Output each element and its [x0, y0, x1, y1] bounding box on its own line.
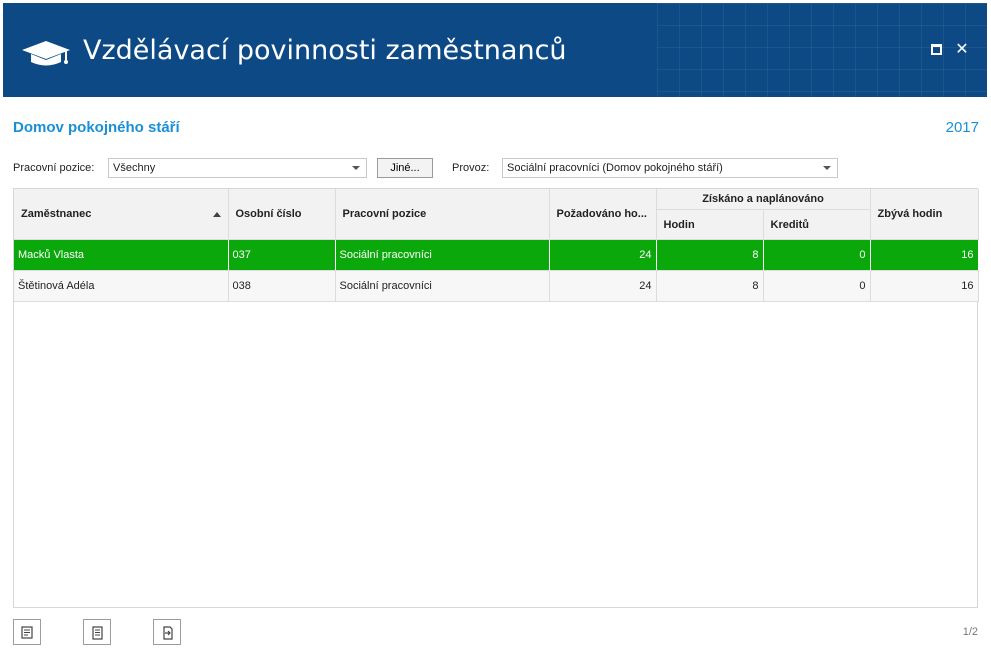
employees-table: Zaměstnanec Osobní číslo Pracovní pozice… [14, 189, 979, 302]
table-row[interactable]: Štětinová Adéla 038 Sociální pracovníci … [14, 270, 979, 302]
page-indicator: 1/2 [962, 626, 978, 638]
document-button[interactable] [83, 619, 111, 645]
operation-filter-label: Provoz: [452, 162, 490, 174]
close-icon[interactable]: ✕ [954, 41, 970, 57]
cell-hours: 8 [656, 239, 764, 271]
position-filter-select[interactable]: Všechny [108, 158, 367, 178]
other-positions-button[interactable]: Jiné... [377, 158, 433, 178]
position-filter-value: Všechny [113, 162, 156, 174]
column-header-employee[interactable]: Zaměstnanec [14, 189, 229, 240]
cell-employee: Štětinová Adéla [14, 270, 229, 302]
cell-employee: Macků Vlasta [14, 239, 229, 271]
maximize-icon[interactable] [929, 41, 945, 57]
cell-personal-number: 037 [228, 239, 336, 271]
employees-grid[interactable]: Zaměstnanec Osobní číslo Pracovní pozice… [13, 188, 979, 608]
export-button[interactable] [153, 619, 181, 645]
cell-required-hours: 24 [549, 270, 657, 302]
column-header-credits[interactable]: Kreditů [763, 209, 871, 240]
column-header-personal-number[interactable]: Osobní číslo [228, 189, 336, 240]
column-header-position[interactable]: Pracovní pozice [335, 189, 550, 240]
cell-credits: 0 [763, 239, 871, 271]
title-bar: Vzdělávací povinnosti zaměstnanců ✕ [3, 3, 987, 97]
organization-title: Domov pokojného stáří [13, 119, 180, 136]
window-title: Vzdělávací povinnosti zaměstnanců [83, 35, 567, 66]
cell-position: Sociální pracovníci [335, 239, 550, 271]
cell-personal-number: 038 [228, 270, 336, 302]
cell-remaining-hours: 16 [870, 270, 979, 302]
cell-hours: 8 [656, 270, 764, 302]
column-header-remaining-hours[interactable]: Zbývá hodin [870, 189, 979, 240]
column-header-required-hours[interactable]: Požadováno ho... [549, 189, 657, 240]
cell-required-hours: 24 [549, 239, 657, 271]
position-filter-label: Pracovní pozice: [13, 162, 95, 174]
sort-ascending-icon [212, 212, 221, 217]
cell-credits: 0 [763, 270, 871, 302]
column-header-employee-label: Zaměstnanec [21, 208, 92, 220]
column-header-hours[interactable]: Hodin [656, 209, 764, 240]
year-label: 2017 [945, 119, 979, 136]
cell-position: Sociální pracovníci [335, 270, 550, 302]
cell-remaining-hours: 16 [870, 239, 979, 271]
graduation-cap-icon [21, 39, 71, 71]
table-row[interactable]: Macků Vlasta 037 Sociální pracovníci 24 … [14, 239, 979, 271]
operation-filter-select[interactable]: Sociální pracovníci (Domov pokojného stá… [502, 158, 838, 178]
dropdown-arrow-icon [823, 166, 831, 170]
edit-button[interactable] [13, 619, 41, 645]
dropdown-arrow-icon [352, 166, 360, 170]
operation-filter-value: Sociální pracovníci (Domov pokojného stá… [507, 162, 723, 174]
column-group-obtained: Získáno a naplánováno [656, 189, 871, 210]
